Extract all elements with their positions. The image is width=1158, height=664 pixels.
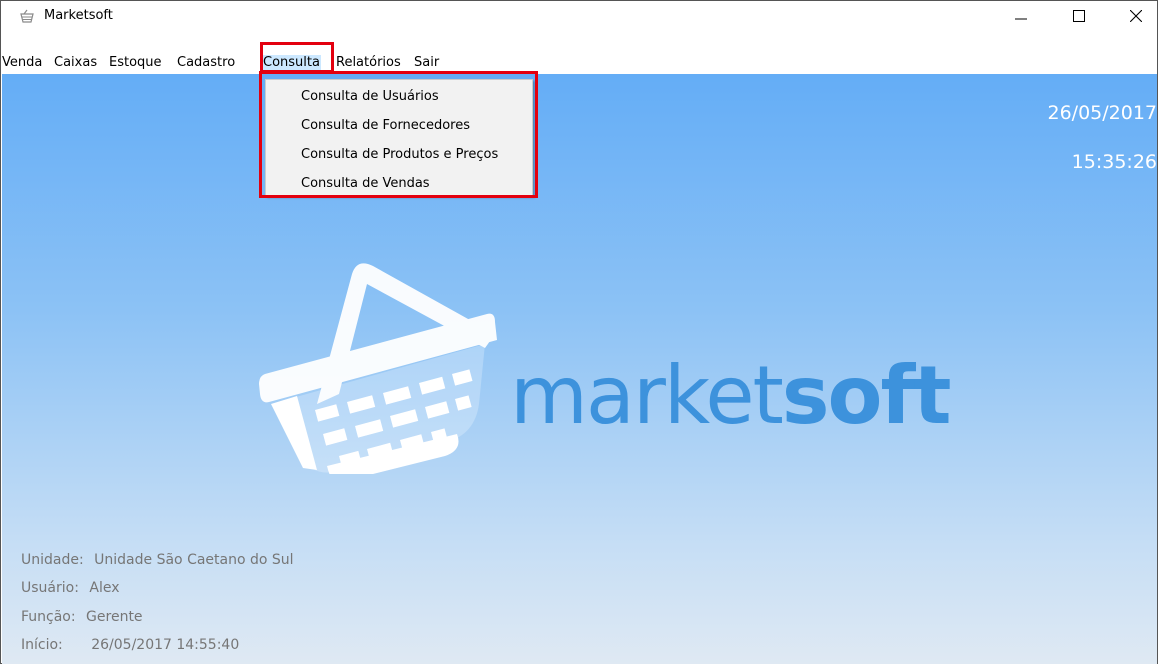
unidade-value: Unidade São Caetano do Sul	[94, 552, 294, 568]
menu-cadastro[interactable]: Cadastro	[177, 55, 235, 70]
info-usuario: Usuário: Alex	[21, 580, 120, 596]
unidade-label: Unidade:	[21, 552, 84, 568]
usuario-value: Alex	[89, 580, 120, 596]
menu-venda[interactable]: Venda	[2, 55, 42, 70]
marketsoft-window: Marketsoft Venda Caixas Estoque Cadastro…	[0, 0, 1158, 664]
logo-word-light: market	[510, 349, 784, 442]
menu-item-consulta-produtos-precos[interactable]: Consulta de Produtos e Preços	[301, 147, 498, 162]
menu-relatorios[interactable]: Relatórios	[336, 55, 401, 70]
inicio-label: Início:	[21, 637, 63, 653]
funcao-label: Função:	[21, 609, 76, 625]
info-inicio: Início: 26/05/2017 14:55:40	[21, 637, 239, 653]
window-title: Marketsoft	[44, 8, 113, 23]
menu-consulta[interactable]: Consulta	[262, 55, 321, 70]
funcao-value: Gerente	[86, 609, 143, 625]
main-background: 26/05/2017 15:35:26 marketsoft Unidade: …	[2, 74, 1157, 664]
menu-item-consulta-fornecedores[interactable]: Consulta de Fornecedores	[301, 118, 470, 133]
inicio-value: 26/05/2017 14:55:40	[91, 637, 240, 653]
minimize-icon	[1015, 18, 1027, 20]
menu-item-consulta-usuarios[interactable]: Consulta de Usuários	[301, 89, 439, 104]
usuario-label: Usuário:	[21, 580, 79, 596]
marketsoft-logo-text: marketsoft	[510, 356, 952, 436]
minimize-button[interactable]	[998, 1, 1044, 31]
consulta-dropdown-menu: Consulta de Usuários Consulta de Fornece…	[265, 79, 533, 196]
logo-word-bold: soft	[781, 349, 952, 442]
menu-item-consulta-vendas[interactable]: Consulta de Vendas	[301, 176, 430, 191]
maximize-button[interactable]	[1056, 1, 1102, 31]
menu-bar: Venda Caixas Estoque Cadastro Consulta R…	[1, 53, 1157, 73]
close-button[interactable]	[1113, 1, 1158, 31]
maximize-icon	[1073, 10, 1085, 22]
current-time: 15:35:26	[1071, 151, 1157, 173]
menu-estoque[interactable]: Estoque	[109, 55, 162, 70]
menu-caixas[interactable]: Caixas	[54, 55, 97, 70]
close-icon	[1130, 10, 1142, 22]
title-bar[interactable]: Marketsoft	[1, 1, 1157, 31]
shopping-basket-icon	[259, 263, 497, 474]
current-date: 26/05/2017	[1047, 102, 1157, 124]
info-unidade: Unidade: Unidade São Caetano do Sul	[21, 552, 294, 568]
menu-sair[interactable]: Sair	[414, 55, 439, 70]
info-funcao: Função: Gerente	[21, 609, 143, 625]
basket-app-icon	[20, 9, 34, 23]
